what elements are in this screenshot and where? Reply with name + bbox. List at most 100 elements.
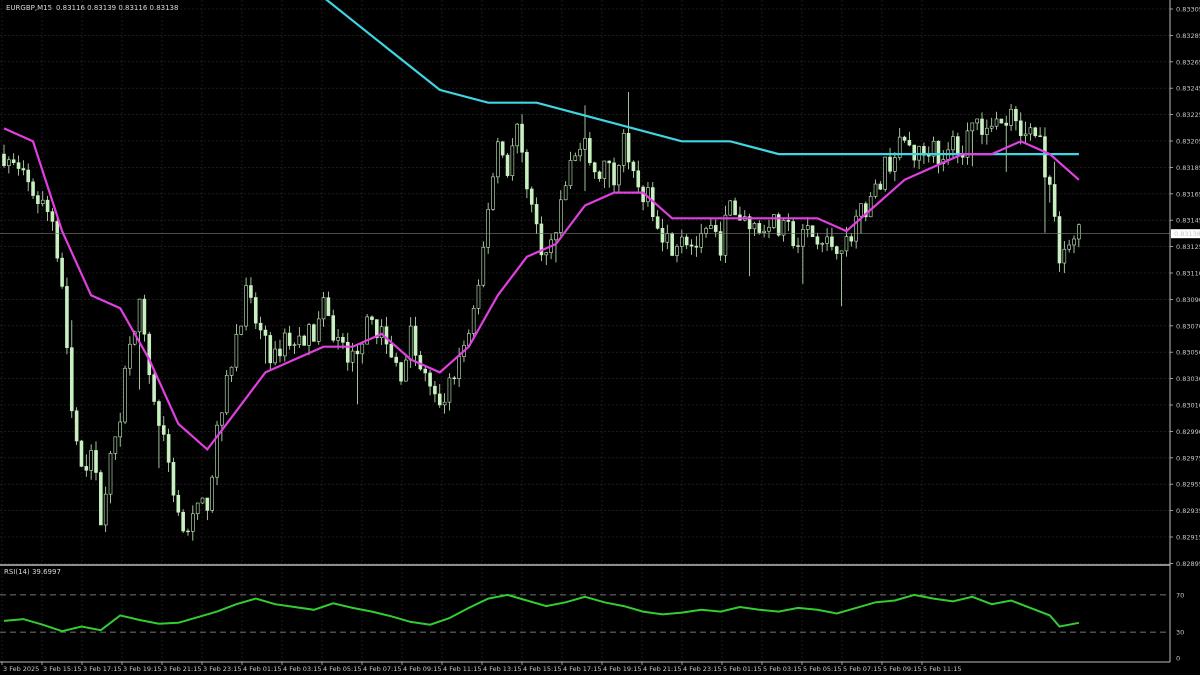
candle-body bbox=[263, 329, 268, 336]
candle-body bbox=[568, 160, 573, 187]
candle-body bbox=[297, 335, 302, 345]
candle-body bbox=[137, 298, 142, 333]
candle-body bbox=[486, 209, 490, 248]
candle-body bbox=[476, 284, 481, 309]
candle-body bbox=[883, 156, 887, 190]
candle-body bbox=[1077, 224, 1081, 240]
candle-body bbox=[994, 118, 999, 127]
candle-body bbox=[181, 511, 185, 532]
candle-body bbox=[786, 219, 791, 222]
candle-body bbox=[675, 246, 679, 256]
candle-body bbox=[442, 401, 447, 406]
candle-body bbox=[345, 341, 350, 363]
candle-body bbox=[404, 359, 408, 382]
candle-body bbox=[452, 377, 457, 380]
candle-body bbox=[128, 343, 132, 369]
candle-body bbox=[1014, 108, 1018, 122]
candle-body bbox=[147, 333, 152, 376]
candle-body bbox=[805, 225, 810, 230]
candle-body bbox=[307, 324, 311, 346]
candle-body bbox=[834, 246, 839, 254]
ohlc-label: 0.83116 0.83139 0.83116 0.83138 bbox=[56, 4, 178, 12]
time-tick-label: 4 Feb 13:15 bbox=[483, 665, 522, 673]
candle-body bbox=[689, 244, 694, 247]
candle-body bbox=[350, 350, 355, 363]
time-tick-label: 5 Feb 09:15 bbox=[883, 665, 922, 673]
candle-body bbox=[287, 332, 292, 346]
candle-body bbox=[370, 316, 374, 320]
candle-body bbox=[713, 225, 718, 232]
candle-body bbox=[859, 203, 863, 217]
candle-body bbox=[316, 318, 321, 342]
symbol-label: EURGBP,M15 bbox=[6, 4, 52, 12]
candle-body bbox=[621, 133, 626, 166]
candle-body bbox=[65, 286, 69, 348]
candle-body bbox=[142, 298, 147, 335]
candle-body bbox=[336, 336, 340, 341]
candle-body bbox=[481, 246, 486, 286]
candle-body bbox=[331, 315, 336, 341]
candle-body bbox=[1018, 120, 1023, 136]
price-tick-label: 0.82990 bbox=[1176, 428, 1200, 436]
candle-body bbox=[989, 125, 994, 129]
candle-body bbox=[11, 159, 16, 163]
candle-body bbox=[844, 236, 849, 252]
candle-body bbox=[89, 450, 93, 471]
time-tick-label: 4 Feb 23:15 bbox=[683, 665, 722, 673]
candle-body bbox=[157, 401, 161, 426]
candle-body bbox=[956, 136, 960, 155]
candle-body bbox=[888, 156, 892, 172]
candle-body bbox=[592, 162, 597, 173]
candle-body bbox=[694, 245, 699, 248]
candle-body bbox=[394, 356, 398, 363]
candle-body bbox=[74, 410, 79, 442]
time-tick-label: 5 Feb 11:15 bbox=[923, 665, 962, 673]
candle-body bbox=[341, 336, 345, 343]
candle-body bbox=[825, 236, 829, 244]
candle-body bbox=[588, 138, 592, 164]
candle-body bbox=[597, 171, 602, 179]
candle-body bbox=[830, 236, 834, 247]
candle-body bbox=[239, 325, 244, 335]
candle-body bbox=[50, 211, 55, 222]
candle-body bbox=[529, 188, 534, 205]
candle-body bbox=[936, 140, 941, 164]
candle-body bbox=[733, 200, 737, 216]
rsi-tick-label: 0 bbox=[1176, 655, 1180, 663]
candle-body bbox=[772, 214, 776, 228]
candle-body bbox=[26, 169, 31, 183]
candle-body bbox=[118, 421, 122, 438]
candle-body bbox=[902, 136, 907, 141]
candle-body bbox=[1062, 248, 1067, 264]
candle-body bbox=[985, 127, 989, 135]
candle-body bbox=[500, 141, 505, 156]
candle-body bbox=[1004, 122, 1009, 126]
candle-body bbox=[709, 225, 713, 229]
candle-body bbox=[1057, 216, 1062, 264]
candle-body bbox=[607, 160, 612, 164]
candle-body bbox=[215, 424, 219, 478]
time-tick-label: 4 Feb 15:15 bbox=[523, 665, 562, 673]
price-tick-label: 0.82935 bbox=[1176, 507, 1200, 515]
candle-body bbox=[268, 335, 273, 364]
candle-body bbox=[868, 196, 873, 218]
candle-body bbox=[205, 497, 210, 511]
candle-body bbox=[326, 297, 331, 316]
candle-body bbox=[510, 145, 515, 176]
trading-chart[interactable]: EURGBP,M15 0.83116 0.83139 0.83116 0.831… bbox=[0, 0, 1200, 675]
candle-body bbox=[723, 214, 728, 256]
time-tick-label: 5 Feb 03:15 bbox=[763, 665, 802, 673]
candle-body bbox=[912, 144, 917, 161]
price-tick-label: 0.83225 bbox=[1176, 111, 1200, 119]
time-tick-label: 3 Feb 23:15 bbox=[203, 665, 242, 673]
candle-body bbox=[578, 148, 582, 157]
candle-body bbox=[544, 252, 549, 256]
candle-body bbox=[103, 493, 108, 526]
candle-body bbox=[699, 233, 704, 248]
candle-body bbox=[55, 221, 60, 259]
time-tick-label: 5 Feb 05:15 bbox=[803, 665, 842, 673]
candle-body bbox=[210, 476, 214, 511]
candle-body bbox=[69, 347, 74, 412]
svg-text:0.83138: 0.83138 bbox=[1174, 230, 1200, 238]
candle-body bbox=[283, 332, 287, 357]
